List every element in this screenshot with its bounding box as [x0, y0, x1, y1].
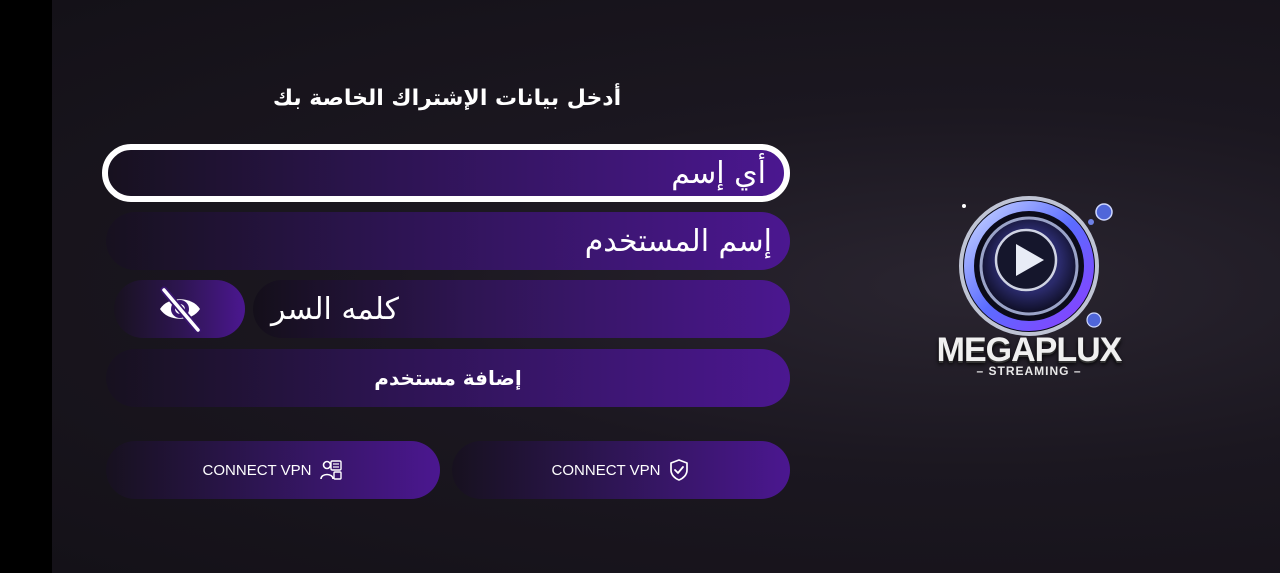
- name-field-text: أي إسم: [671, 155, 766, 191]
- connect-vpn-label-right: CONNECT VPN: [551, 461, 661, 479]
- username-field-text: إسم المستخدم: [584, 223, 772, 259]
- login-screen: أدخل بيانات الإشتراك الخاصة بك أي إسم إس…: [52, 0, 1280, 573]
- megaplux-logo: MEGAPLUX – STREAMING –: [924, 186, 1134, 386]
- user-card-icon: [320, 460, 343, 480]
- connect-vpn-label-left: CONNECT VPN: [202, 461, 312, 479]
- logo-subtitle-text: – STREAMING –: [976, 364, 1082, 378]
- username-field[interactable]: إسم المستخدم: [106, 212, 790, 270]
- password-field[interactable]: كلمه السر: [253, 280, 790, 338]
- play-disc-icon: [959, 196, 1113, 336]
- connect-vpn-button-left[interactable]: CONNECT VPN: [106, 441, 440, 499]
- password-field-text: كلمه السر: [271, 291, 399, 327]
- page-title: أدخل بيانات الإشتراك الخاصة بك: [272, 86, 622, 111]
- add-user-button[interactable]: إضافة مستخدم: [106, 349, 790, 407]
- name-field[interactable]: أي إسم: [102, 144, 790, 202]
- eye-off-icon: [159, 286, 201, 332]
- shield-check-icon: [670, 459, 689, 481]
- connect-vpn-button-right[interactable]: CONNECT VPN: [452, 441, 790, 499]
- toggle-password-visibility-button[interactable]: [114, 280, 245, 338]
- left-black-bar: [0, 0, 52, 573]
